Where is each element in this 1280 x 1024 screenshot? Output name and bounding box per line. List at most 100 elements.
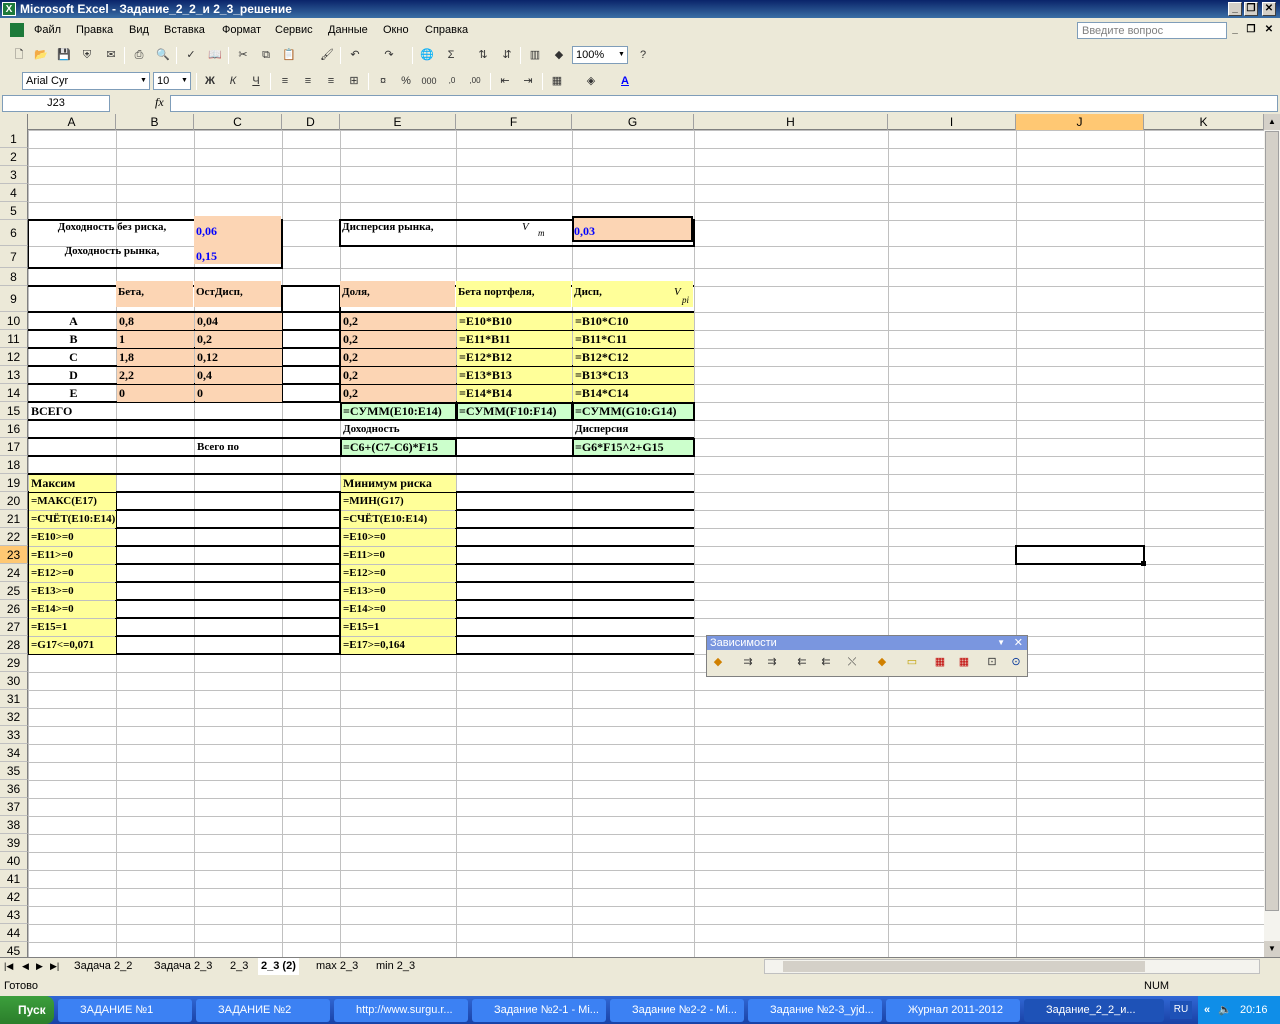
tab-2-3-2[interactable]: 2_3 (2) [258,958,299,975]
permission-icon[interactable]: ⛨ [78,46,96,64]
row-header-16[interactable]: 16 [0,420,28,438]
row-header-44[interactable]: 44 [0,924,28,942]
workbook-icon[interactable] [10,23,24,37]
cell-e13[interactable]: 0,2 [341,367,456,384]
row-header-42[interactable]: 42 [0,888,28,906]
row-header-36[interactable]: 36 [0,780,28,798]
cell-e6[interactable]: Дисперсия рынка, Vm [340,216,571,242]
cell-a22[interactable]: =E10>=0 [29,529,116,546]
row-header-19[interactable]: 19 [0,474,28,492]
cell-e10[interactable]: 0,2 [341,313,456,330]
undo-icon[interactable]: ↶ [346,46,364,64]
percent-icon[interactable]: % [397,72,415,90]
cell-c6[interactable]: 0,06 [194,216,281,242]
menu-view[interactable]: Вид [129,19,149,41]
language-indicator[interactable]: RU [1170,1001,1192,1019]
row-header-2[interactable]: 2 [0,148,28,166]
italic-icon[interactable]: К [224,72,242,90]
cell-g16[interactable]: Дисперсия [573,421,694,438]
drawing-icon[interactable]: ◆ [550,46,568,64]
vertical-scrollbar[interactable]: ▲ ▼ [1264,114,1280,957]
menu-data[interactable]: Данные [328,19,368,41]
cell-f12[interactable]: =E12*B12 [457,349,572,366]
row-header-13[interactable]: 13 [0,366,28,384]
row-header-10[interactable]: 10 [0,312,28,330]
cell-e12[interactable]: 0,2 [341,349,456,366]
tab-nav-next-icon[interactable]: ▶ [36,958,43,975]
cell-a21[interactable]: =СЧЁТ(E10:E14) [29,511,116,528]
row-header-1[interactable]: 1 [0,130,28,148]
close-icon[interactable]: ✕ [1014,636,1023,650]
cell-a12[interactable]: C [29,349,116,366]
worksheet-grid[interactable]: ABCDEFGHIJK 1 2 3 4 5 6 7 8 9 10 11 12 13 14 15 16 17 18 1… [0,114,1264,957]
tab-2-3[interactable]: 2_3 [230,958,248,975]
trace-precedents-icon[interactable]: ⇉ [739,653,757,671]
cell-b14[interactable]: 0 [117,385,194,402]
font-size-select[interactable]: 10 ▼ [153,72,191,90]
cut-icon[interactable]: ✂ [234,46,252,64]
scroll-thumb[interactable] [1265,131,1279,911]
cell-a24[interactable]: =E12>=0 [29,565,116,582]
row-header-14[interactable]: 14 [0,384,28,402]
col-header-k[interactable]: K [1144,114,1264,130]
new-icon[interactable]: 🗋 [10,46,28,64]
autosum-icon[interactable]: Σ [442,46,460,64]
row-header-32[interactable]: 32 [0,708,28,726]
remove-arrows-icon[interactable]: ⤬ [843,653,861,671]
underline-icon[interactable]: Ч [247,72,265,90]
row-header-18[interactable]: 18 [0,456,28,474]
scroll-up-icon[interactable]: ▲ [1264,114,1280,130]
cell-a11[interactable]: B [29,331,116,348]
research-icon[interactable]: 📖 [206,46,224,64]
cell-a20[interactable]: =МАКС(E17) [29,493,116,510]
task-excel-active[interactable]: Задание_2_2_и... [1024,999,1164,1022]
row-header-5[interactable]: 5 [0,202,28,220]
cell-g9[interactable]: Дисп, Vpi [572,281,693,307]
dependencies-toolbar[interactable]: Зависимости ✕ ▼ ◆ ⇉ ⇉ ⇇ ⇇ ⤬ ◆ ▭ ▦ ▦ ⊡ ⊙ [706,635,1028,677]
row-header-21[interactable]: 21 [0,510,28,528]
font-color-icon[interactable]: A [616,72,634,90]
close-button[interactable]: ✕ [1262,2,1276,16]
cell-e11[interactable]: 0,2 [341,331,456,348]
cell-a27[interactable]: =E15=1 [29,619,116,636]
format-painter-icon[interactable]: 🖌 [318,46,336,64]
row-header-15[interactable]: 15 [0,402,28,420]
cell-a7[interactable]: Доходность рынка, [29,242,193,264]
hscroll-thumb[interactable] [783,961,1145,972]
horizontal-scrollbar[interactable] [764,959,1260,974]
borders-icon[interactable]: ▦ [548,72,566,90]
circle-invalid-icon[interactable]: ▦ [931,653,949,671]
cell-b11[interactable]: 1 [117,331,194,348]
cell-g14[interactable]: =B14*C14 [573,385,694,402]
cell-c11[interactable]: 0,2 [195,331,282,348]
menu-insert[interactable]: Вставка [164,19,205,41]
align-left-icon[interactable]: ≡ [276,72,294,90]
hyperlink-icon[interactable]: 🌐 [418,46,436,64]
fx-icon[interactable]: fx [155,95,164,110]
row-header-38[interactable]: 38 [0,816,28,834]
volume-icon[interactable]: 🔈 [1218,996,1232,1024]
row-header-7[interactable]: 7 [0,246,28,268]
cell-c12[interactable]: 0,12 [195,349,282,366]
cell-f10[interactable]: =E10*B10 [457,313,572,330]
row-header-33[interactable]: 33 [0,726,28,744]
task-journal[interactable]: Журнал 2011-2012 [886,999,1020,1022]
cell-e14[interactable]: 0,2 [341,385,456,402]
menu-help[interactable]: Справка [425,19,468,41]
save-icon[interactable]: 💾 [55,46,73,64]
help-icon[interactable]: ? [634,46,652,64]
row-header-34[interactable]: 34 [0,744,28,762]
cell-f13[interactable]: =E13*B13 [457,367,572,384]
spelling-icon[interactable]: ✓ [182,46,200,64]
cell-a15[interactable]: ВСЕГО [29,403,116,420]
error-check-icon[interactable]: ◆ [709,653,727,671]
row-header-43[interactable]: 43 [0,906,28,924]
chevron-down-icon[interactable]: ▼ [997,636,1005,650]
increase-decimal-icon[interactable]: ,0 [443,72,461,90]
tab-nav-first-icon[interactable]: |◀ [4,958,13,975]
col-header-e[interactable]: E [340,114,456,130]
row-header-6[interactable]: 6 [0,220,28,246]
cell-e15[interactable]: =СУММ(E10:E14) [340,402,457,421]
row-header-31[interactable]: 31 [0,690,28,708]
tray-expand-icon[interactable]: « [1204,996,1210,1024]
